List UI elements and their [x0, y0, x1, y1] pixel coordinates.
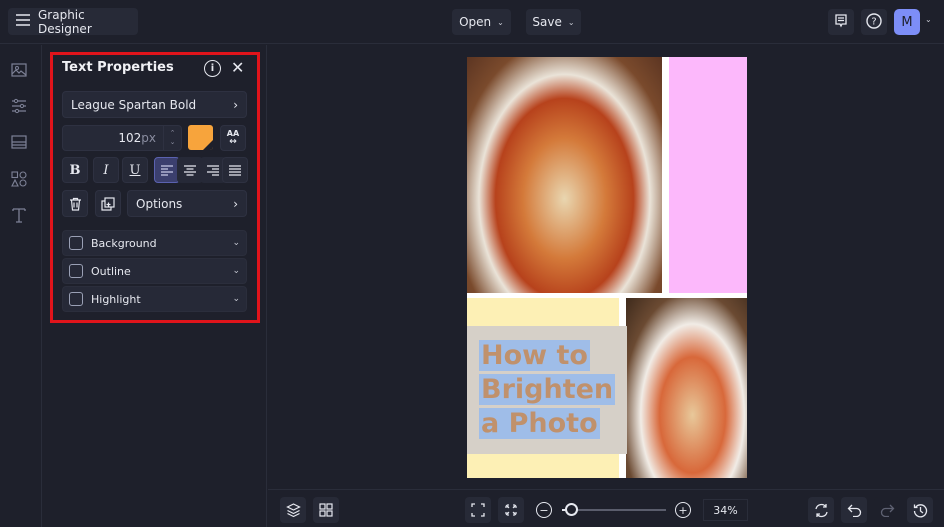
history-icon [913, 503, 927, 517]
chevron-right-icon: › [233, 97, 238, 112]
delete-button[interactable] [62, 190, 88, 217]
trash-icon [69, 197, 81, 211]
panel-title: Text Properties [62, 60, 174, 75]
app-title: Graphic Designer [38, 7, 92, 36]
zoom-slider-track[interactable] [566, 509, 666, 511]
underline-label: U [129, 162, 141, 178]
close-icon[interactable]: ✕ [231, 58, 244, 77]
italic-label: I [103, 162, 109, 178]
refresh-icon [814, 503, 828, 517]
letter-spacing-arrow-icon: ↔ [229, 137, 237, 147]
open-label: Open [459, 15, 492, 29]
chevron-down-icon[interactable]: ⌄ [232, 294, 240, 304]
options-button[interactable]: Options › [127, 190, 247, 217]
outline-label: Outline [91, 264, 131, 278]
chevron-right-icon: › [233, 196, 238, 211]
feedback-icon [834, 13, 848, 31]
user-avatar[interactable]: M [894, 9, 920, 35]
font-size-stepper[interactable]: ⌃ ⌄ [163, 126, 181, 150]
shrink-icon [505, 504, 517, 516]
bold-button[interactable]: B [62, 157, 88, 183]
layout-tool-icon[interactable] [9, 132, 29, 152]
undo-icon [847, 504, 861, 517]
grid-view-button[interactable] [313, 497, 339, 523]
adjustments-tool-icon[interactable] [9, 96, 29, 116]
bold-label: B [69, 162, 81, 178]
highlight-toggle[interactable]: Highlight ⌄ [62, 286, 247, 312]
refresh-button[interactable] [808, 497, 834, 523]
zoom-in-icon[interactable]: + [675, 502, 691, 518]
help-button[interactable]: ? [861, 9, 887, 35]
background-checkbox[interactable] [69, 236, 83, 250]
text-tool-icon[interactable] [9, 205, 29, 225]
image-tool-icon[interactable] [9, 60, 29, 80]
headline-line-2: Brighten [479, 374, 616, 405]
font-size-unit: px [141, 131, 156, 145]
expand-icon [471, 503, 485, 517]
help-icon: ? [866, 12, 882, 32]
layers-icon [285, 502, 301, 517]
align-center-icon [184, 164, 196, 176]
left-tool-rail [0, 45, 42, 527]
chevron-down-icon: ⌄ [567, 17, 575, 27]
chevron-down-icon[interactable]: ⌄ [232, 266, 240, 276]
svg-text:?: ? [871, 16, 876, 27]
text-color-swatch[interactable] [188, 125, 213, 150]
chevron-down-icon[interactable]: ⌄ [232, 238, 240, 248]
options-label: Options [136, 196, 183, 211]
grid-icon [319, 503, 333, 517]
zoom-out-icon[interactable]: − [536, 502, 552, 518]
info-icon[interactable]: i [204, 60, 221, 77]
redo-button[interactable] [874, 497, 900, 523]
spaghetti-hand-photo[interactable] [626, 298, 747, 478]
highlight-label: Highlight [91, 292, 141, 306]
headline-line-1: How to [479, 340, 590, 371]
app-menu-button[interactable]: Graphic Designer [8, 7, 138, 36]
highlight-checkbox[interactable] [69, 292, 83, 306]
align-justify-button[interactable] [222, 157, 248, 183]
shapes-tool-icon[interactable] [9, 169, 29, 189]
italic-button[interactable]: I [93, 157, 119, 183]
outline-checkbox[interactable] [69, 264, 83, 278]
duplicate-button[interactable] [95, 190, 121, 217]
save-button[interactable]: Save ⌄ [526, 9, 581, 35]
font-size-value: 102 [118, 131, 142, 145]
account-chevron-down-icon[interactable]: ⌄ [925, 15, 932, 24]
shrink-button[interactable] [498, 497, 524, 523]
open-button[interactable]: Open ⌄ [452, 9, 511, 35]
align-right-icon [207, 164, 219, 176]
text-case-button[interactable]: AA ↔ [220, 125, 246, 151]
hamburger-menu-icon [16, 14, 30, 29]
history-button[interactable] [907, 497, 933, 523]
redo-icon [880, 504, 894, 517]
spaghetti-fork-photo[interactable] [467, 57, 662, 293]
stepper-down-icon[interactable]: ⌄ [170, 138, 176, 147]
duplicate-icon [101, 196, 115, 211]
layers-button[interactable] [280, 497, 306, 523]
align-justify-icon [229, 164, 241, 176]
zoom-value[interactable]: 34% [703, 499, 748, 521]
pink-block[interactable] [669, 57, 747, 293]
headline-text[interactable]: How to Brighten a Photo [479, 339, 619, 441]
background-label: Background [91, 236, 157, 250]
align-left-icon [161, 164, 173, 176]
chevron-down-icon: ⌄ [497, 17, 504, 27]
underline-button[interactable]: U [122, 157, 148, 183]
zoom-slider-knob[interactable] [565, 503, 578, 516]
stepper-up-icon[interactable]: ⌃ [170, 129, 176, 138]
font-name: League Spartan Bold [71, 97, 197, 112]
fit-screen-button[interactable] [465, 497, 491, 523]
save-label: Save [532, 15, 562, 29]
headline-line-3: a Photo [479, 408, 600, 439]
outline-toggle[interactable]: Outline ⌄ [62, 258, 247, 284]
undo-button[interactable] [841, 497, 867, 523]
background-toggle[interactable]: Background ⌄ [62, 230, 247, 256]
feedback-button[interactable] [828, 9, 854, 35]
font-family-selector[interactable]: League Spartan Bold › [62, 91, 247, 118]
